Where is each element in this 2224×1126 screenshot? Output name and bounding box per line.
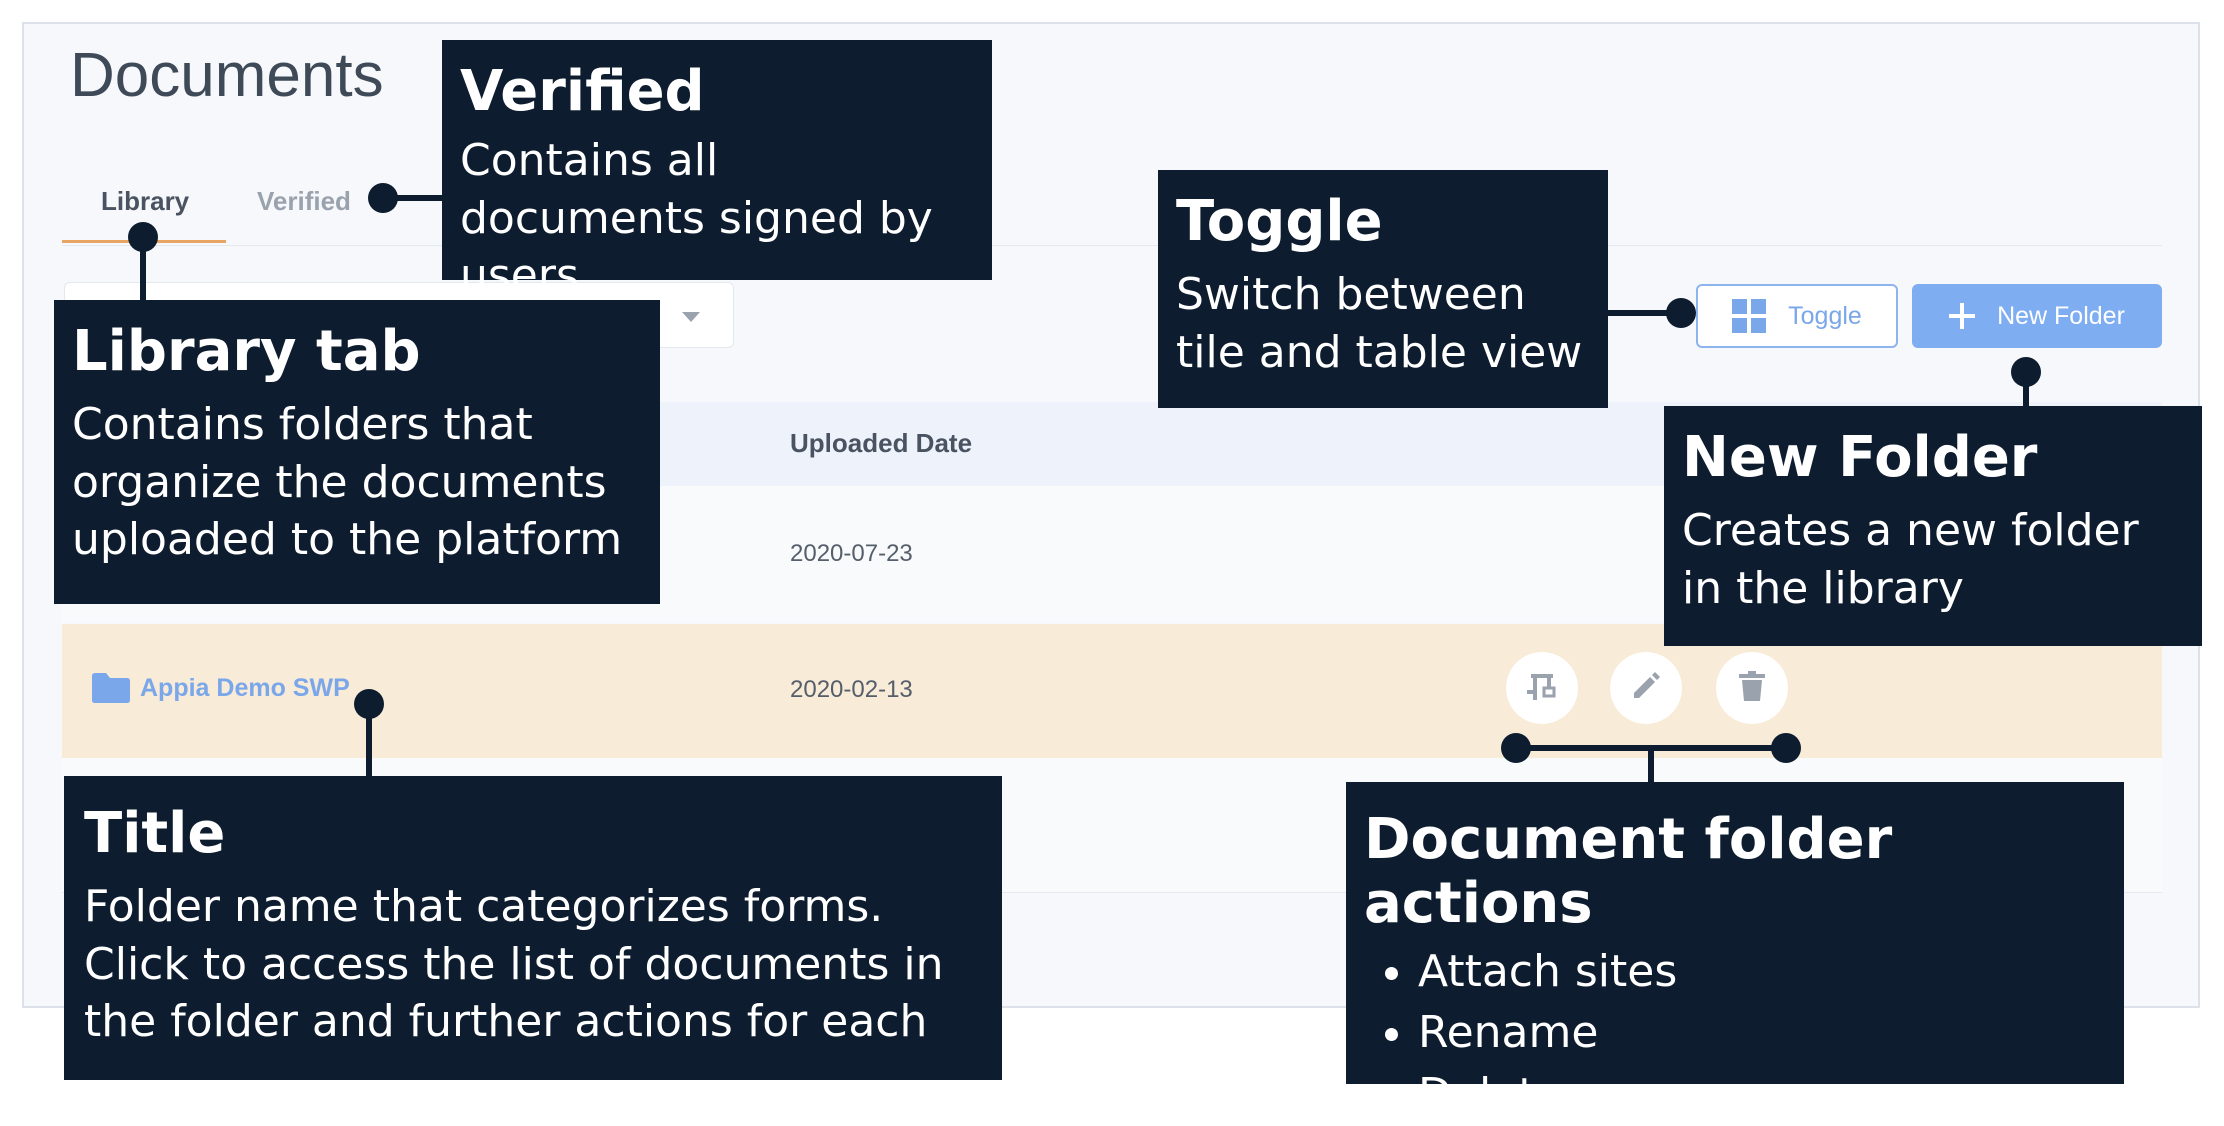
callout-description: Contains all documents signed by users [460, 135, 933, 301]
callout-title: New Folder [1682, 425, 2038, 490]
callout-description: Creates a new folder in the library [1682, 505, 2139, 614]
connector-dot [128, 222, 158, 252]
connector-dot [368, 183, 398, 213]
callout-verified: Verified Contains all documents signed b… [442, 40, 992, 301]
callout-title: Document folder actions [1364, 807, 1893, 937]
connector-dot [2011, 357, 2041, 387]
connector-dot [1771, 733, 1801, 763]
callout-title: Library tab [72, 319, 421, 384]
callout-new-folder: New Folder Creates a new folder in the l… [1664, 406, 2202, 646]
callout-title-column: Title Folder name that categorizes forms… [64, 776, 1002, 1080]
actions-list: Attach sites Rename Delete [1364, 941, 2106, 1126]
callout-description: Switch between tile and table view [1176, 269, 1583, 378]
callout-document-folder-actions: Document folder actions Attach sites Ren… [1346, 782, 2124, 1120]
list-item: Attach sites [1418, 941, 2106, 1003]
callout-title: Verified [460, 59, 705, 124]
callout-title: Toggle [1176, 189, 1383, 254]
connector-dot [1501, 733, 1531, 763]
callout-toggle: Toggle Switch between tile and table vie… [1158, 170, 1608, 408]
callout-title: Title [84, 801, 226, 866]
connector-dot [354, 689, 384, 719]
list-item: Rename [1418, 1002, 2106, 1064]
callout-library-tab: Library tab Contains folders that organi… [54, 300, 660, 604]
list-item: Delete [1418, 1064, 2106, 1126]
connector-dot [1666, 298, 1696, 328]
callout-description: Contains folders that organize the docum… [72, 399, 623, 565]
callout-description: Folder name that categorizes forms. Clic… [84, 881, 944, 1047]
